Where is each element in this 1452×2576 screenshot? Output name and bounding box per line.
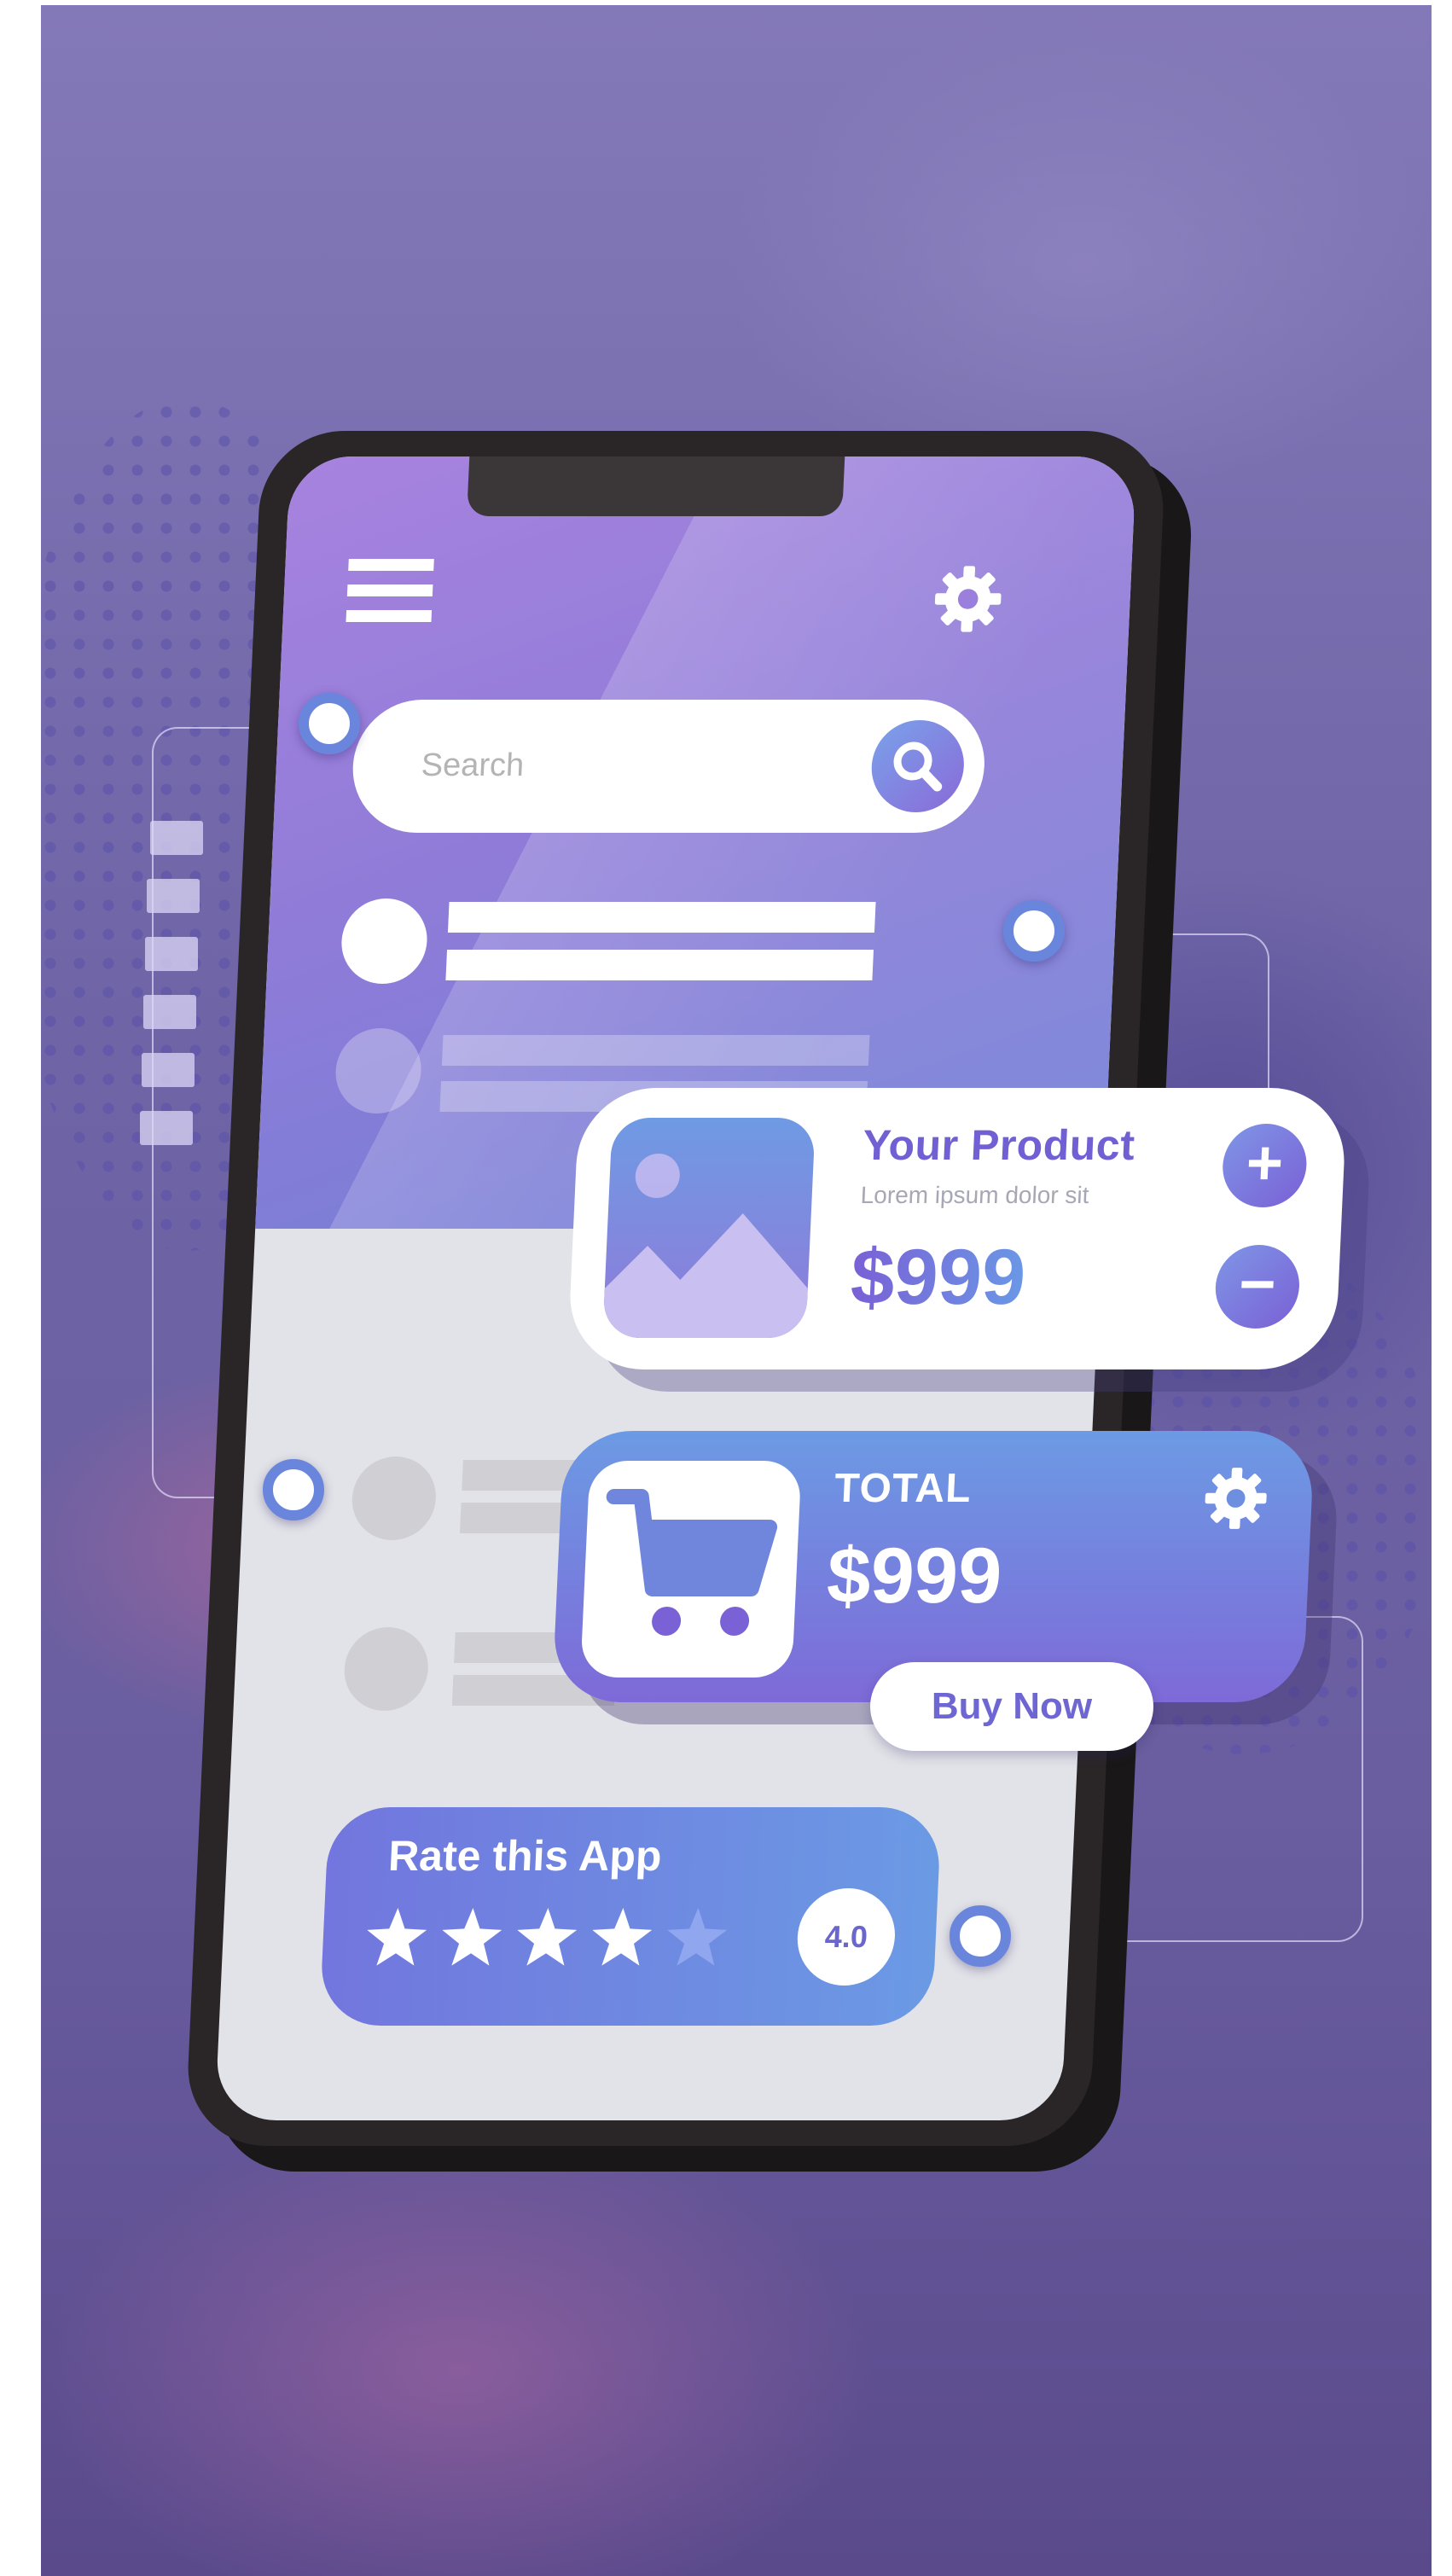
product-subtitle: Lorem ipsum dolor sit xyxy=(860,1182,1090,1208)
list-item-line xyxy=(441,1035,870,1066)
star-icon-empty[interactable] xyxy=(663,1905,730,1970)
gear-icon[interactable] xyxy=(931,563,1006,635)
list-item-avatar xyxy=(342,1627,430,1711)
total-label: TOTAL xyxy=(833,1466,973,1511)
buy-now-button[interactable]: Buy Now xyxy=(870,1662,1153,1751)
magnifier-icon xyxy=(893,741,943,792)
list-item-avatar xyxy=(350,1457,439,1540)
connector-node xyxy=(1003,900,1065,962)
shopping-cart-icon xyxy=(580,1461,802,1678)
total-price: $999 xyxy=(825,1532,1004,1619)
star-icon-filled[interactable] xyxy=(513,1905,580,1970)
rating-value-badge: 4.0 xyxy=(795,1888,897,1986)
search-input[interactable] xyxy=(418,739,851,792)
gear-icon[interactable] xyxy=(1201,1465,1271,1532)
product-title: Your Product xyxy=(862,1121,1136,1169)
connector-node xyxy=(299,693,360,754)
list-item-line xyxy=(445,950,874,980)
product-price: $999 xyxy=(849,1234,1028,1321)
search-bar xyxy=(350,700,988,833)
image-placeholder-icon xyxy=(602,1118,816,1338)
phone-notch xyxy=(467,456,845,516)
rate-title: Rate this App xyxy=(386,1832,663,1880)
hamburger-menu-icon[interactable] xyxy=(346,559,434,627)
increase-quantity-button[interactable]: + xyxy=(1221,1124,1309,1207)
search-button[interactable] xyxy=(869,720,967,812)
star-icon-filled[interactable] xyxy=(363,1905,430,1970)
star-icon-filled[interactable] xyxy=(438,1905,505,1970)
product-card: Your Product Lorem ipsum dolor sit $999 … xyxy=(566,1088,1348,1369)
star-rating[interactable] xyxy=(362,1905,728,1991)
star-icon-filled[interactable] xyxy=(588,1905,655,1970)
connector-node xyxy=(950,1905,1011,1967)
rate-app-card: Rate this App 4.0 xyxy=(319,1807,942,2026)
connector-node xyxy=(263,1459,324,1521)
list-item-line xyxy=(447,902,876,933)
decrease-quantity-button[interactable]: − xyxy=(1213,1245,1302,1329)
